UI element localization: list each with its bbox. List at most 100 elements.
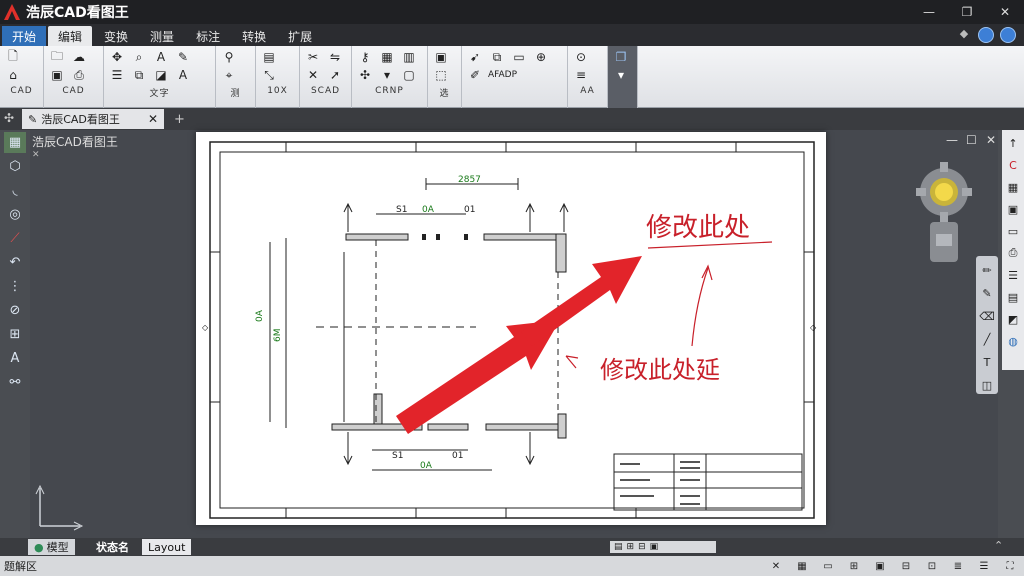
line-weight-icon[interactable]: ≣ xyxy=(950,559,966,573)
grid-icon[interactable]: ▦ xyxy=(1004,178,1022,196)
help-icon[interactable] xyxy=(978,27,994,43)
brush-icon[interactable]: ✎ xyxy=(978,285,996,303)
select-icon[interactable]: ▦ xyxy=(4,132,26,153)
document-tab[interactable]: ✎ 浩辰CAD看图王 ✕ xyxy=(22,109,164,129)
line-icon[interactable]: ⟋ xyxy=(4,228,26,249)
fullscreen-icon[interactable]: ⛶ xyxy=(1002,559,1018,573)
window-icon[interactable]: ▣ xyxy=(872,559,888,573)
horizontal-scrollbar[interactable]: ▤ ⊞ ⊟ ▣ xyxy=(610,541,716,553)
windows-icon[interactable]: ❐ xyxy=(612,49,630,65)
print-icon[interactable]: ⎙ xyxy=(70,67,88,83)
ortho-icon[interactable]: ⊞ xyxy=(846,559,862,573)
save-icon[interactable]: ▣ xyxy=(48,67,66,83)
minimize-button[interactable]: — xyxy=(910,0,948,24)
pointer-icon[interactable]: ➹ xyxy=(466,49,484,65)
table-icon[interactable]: ▥ xyxy=(400,49,418,65)
select-icon[interactable]: ⬚ xyxy=(432,67,450,83)
tab-home[interactable]: 开始 xyxy=(2,26,47,46)
document-icon[interactable]: ▤ xyxy=(260,49,278,65)
arrow-icon[interactable]: ➚ xyxy=(326,67,344,83)
key-icon[interactable]: ⚷ xyxy=(356,49,374,65)
arc-icon[interactable]: ◟ xyxy=(4,180,26,201)
print-icon[interactable]: ⎙ xyxy=(1004,244,1022,262)
c-icon[interactable]: C xyxy=(1004,156,1022,174)
tab-layout-2[interactable]: Layout xyxy=(142,539,192,555)
stamp-icon[interactable]: ◫ xyxy=(978,376,996,394)
layers-icon[interactable]: ≡ xyxy=(572,67,590,83)
settings-gear-icon[interactable] xyxy=(916,162,972,275)
canvas-minimize-button[interactable]: — xyxy=(946,133,958,147)
blocks-icon[interactable]: ⧉ xyxy=(488,49,506,65)
distance-icon[interactable]: ⌖ xyxy=(220,67,238,83)
globe-icon[interactable]: ◍ xyxy=(1004,332,1022,350)
folder-icon[interactable]: 🗀 xyxy=(48,49,66,65)
tab-annotate[interactable]: 标注 xyxy=(186,26,230,46)
eraser-icon[interactable]: ⌫ xyxy=(978,308,996,326)
grid-icon[interactable]: ▦ xyxy=(378,49,396,65)
table-icon[interactable]: ⊞ xyxy=(4,324,26,345)
close-button[interactable]: ✕ xyxy=(986,0,1024,24)
dropdown-icon[interactable]: ▾ xyxy=(378,67,396,83)
pencil-icon[interactable]: ✐ xyxy=(466,67,484,83)
dotted-line-icon[interactable]: ⋮ xyxy=(4,276,26,297)
brush-icon[interactable]: ✎ xyxy=(174,49,192,65)
fill-icon[interactable]: ◪ xyxy=(152,67,170,83)
cross-icon[interactable]: ✕ xyxy=(304,67,322,83)
layer-icon[interactable]: ☰ xyxy=(108,67,126,83)
pin-icon[interactable]: ◆ xyxy=(956,27,972,43)
save-icon[interactable]: ▣ xyxy=(1004,200,1022,218)
compass-icon[interactable]: ⊙ xyxy=(572,49,590,65)
new-file-icon[interactable]: 🗋 xyxy=(4,49,22,65)
tab-extend[interactable]: 扩展 xyxy=(278,26,322,46)
tab-layout-1[interactable]: 状态名 xyxy=(90,539,135,555)
tab-model[interactable]: ● 模型 xyxy=(28,539,75,555)
close-icon[interactable]: ✕ xyxy=(148,112,158,126)
mirror-icon[interactable]: ⇋ xyxy=(326,49,344,65)
copy-icon[interactable]: ⧉ xyxy=(130,67,148,83)
compass-icon[interactable]: ⊕ xyxy=(532,49,550,65)
user-icon[interactable] xyxy=(1000,27,1016,43)
pan-icon[interactable]: ✣ xyxy=(4,111,14,125)
cloud-icon[interactable]: ☁ xyxy=(70,49,88,65)
polar-icon[interactable]: ⊟ xyxy=(898,559,914,573)
object-snap-icon[interactable]: ⊡ xyxy=(924,559,940,573)
grid-icon[interactable]: ▦ xyxy=(794,559,810,573)
pencil-icon[interactable]: ✏ xyxy=(978,262,996,280)
search-icon[interactable]: ⌕ xyxy=(130,49,148,65)
tab-measure[interactable]: 测量 xyxy=(140,26,184,46)
window-icon[interactable]: ▭ xyxy=(1004,222,1022,240)
arrow-up-icon[interactable]: ↑ xyxy=(1004,134,1022,152)
circle-icon[interactable]: ◎ xyxy=(4,204,26,225)
dropdown-icon[interactable]: ▾ xyxy=(612,67,630,83)
pan-icon[interactable]: ✣ xyxy=(356,67,374,83)
tab-edit[interactable]: 编辑 xyxy=(48,26,93,46)
layout-icon[interactable]: ▭ xyxy=(820,559,836,573)
maximize-button[interactable]: ❐ xyxy=(948,0,986,24)
zoom-icon[interactable]: ⚲ xyxy=(220,49,238,65)
scroll-right-icon[interactable]: ⌃ xyxy=(994,539,1003,552)
line-icon[interactable]: ╱ xyxy=(978,330,996,348)
link-icon[interactable]: ⚯ xyxy=(4,372,26,393)
page-icon[interactable]: ▢ xyxy=(400,67,418,83)
snap-icon[interactable]: ✕ xyxy=(768,559,784,573)
text-style-icon[interactable]: A xyxy=(174,67,192,83)
view-icon[interactable]: ▣ xyxy=(432,49,450,65)
layers-icon[interactable]: ☰ xyxy=(976,559,992,573)
canvas-close-button[interactable]: ✕ xyxy=(986,133,996,147)
tab-transform[interactable]: 变换 xyxy=(94,26,138,46)
canvas-maximize-button[interactable]: ☐ xyxy=(966,133,977,147)
app-logo-icon[interactable] xyxy=(0,0,24,24)
paint-icon[interactable]: ◩ xyxy=(1004,310,1022,328)
tab-convert[interactable]: 转换 xyxy=(232,26,276,46)
cut-icon[interactable]: ✂ xyxy=(304,49,322,65)
image-icon[interactable]: ▤ xyxy=(1004,288,1022,306)
text-icon[interactable]: A xyxy=(152,49,170,65)
scale-icon[interactable]: ⤡ xyxy=(260,67,278,83)
new-tab-icon[interactable]: + xyxy=(174,112,185,127)
open-file-icon[interactable]: ⌂ xyxy=(4,67,22,83)
text-tool-icon[interactable]: T xyxy=(978,353,996,371)
measure-icon[interactable]: ⊘ xyxy=(4,300,26,321)
undo-icon[interactable]: ↶ xyxy=(4,252,26,273)
shape-icon[interactable]: ⬡ xyxy=(4,156,26,177)
move-icon[interactable]: ✥ xyxy=(108,49,126,65)
